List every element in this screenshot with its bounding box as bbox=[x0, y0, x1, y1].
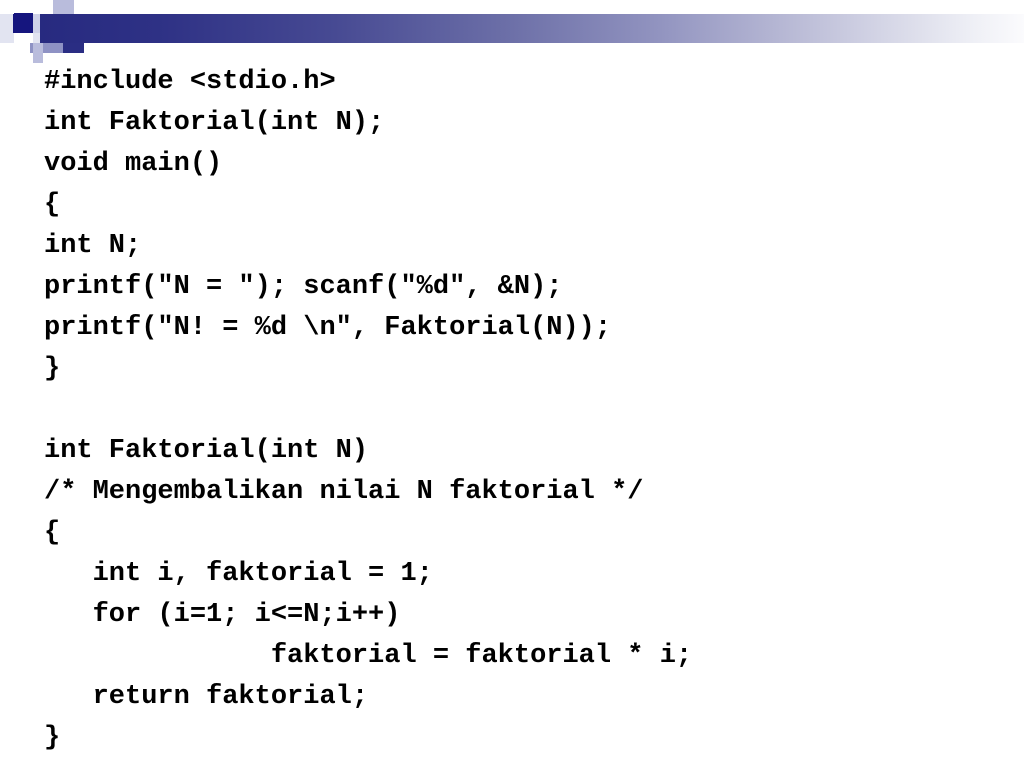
header-decoration bbox=[0, 0, 1024, 63]
code-line: int Faktorial(int N) bbox=[44, 436, 369, 466]
code-line: void main() bbox=[44, 149, 223, 179]
code-line: int i, faktorial = 1; bbox=[44, 559, 433, 589]
decoration-gap-b bbox=[14, 33, 30, 60]
decoration-square-navy bbox=[13, 13, 33, 33]
presentation-slide: #include <stdio.h> int Faktorial(int N);… bbox=[0, 0, 1024, 768]
code-line: int N; bbox=[44, 231, 142, 261]
decoration-square-pale-a bbox=[0, 14, 14, 43]
code-line: return faktorial; bbox=[44, 682, 369, 712]
code-line: } bbox=[44, 354, 61, 384]
code-line: #include <stdio.h> bbox=[44, 67, 336, 97]
code-line: printf("N = "); scanf("%d", &N); bbox=[44, 272, 563, 302]
decoration-square-light-lower bbox=[33, 43, 43, 63]
code-line: /* Mengembalikan nilai N faktorial */ bbox=[44, 477, 644, 507]
code-line: } bbox=[44, 723, 61, 753]
code-line: printf("N! = %d \n", Faktorial(N)); bbox=[44, 313, 612, 343]
code-line: { bbox=[44, 190, 61, 220]
header-gradient-bar bbox=[40, 14, 1024, 43]
code-listing: #include <stdio.h> int Faktorial(int N);… bbox=[44, 62, 1004, 759]
code-line: { bbox=[44, 518, 61, 548]
code-line: for (i=1; i<=N;i++) bbox=[44, 600, 401, 630]
code-line: faktorial = faktorial * i; bbox=[44, 641, 693, 671]
code-line: int Faktorial(int N); bbox=[44, 108, 385, 138]
decoration-gap-a bbox=[0, 0, 14, 14]
